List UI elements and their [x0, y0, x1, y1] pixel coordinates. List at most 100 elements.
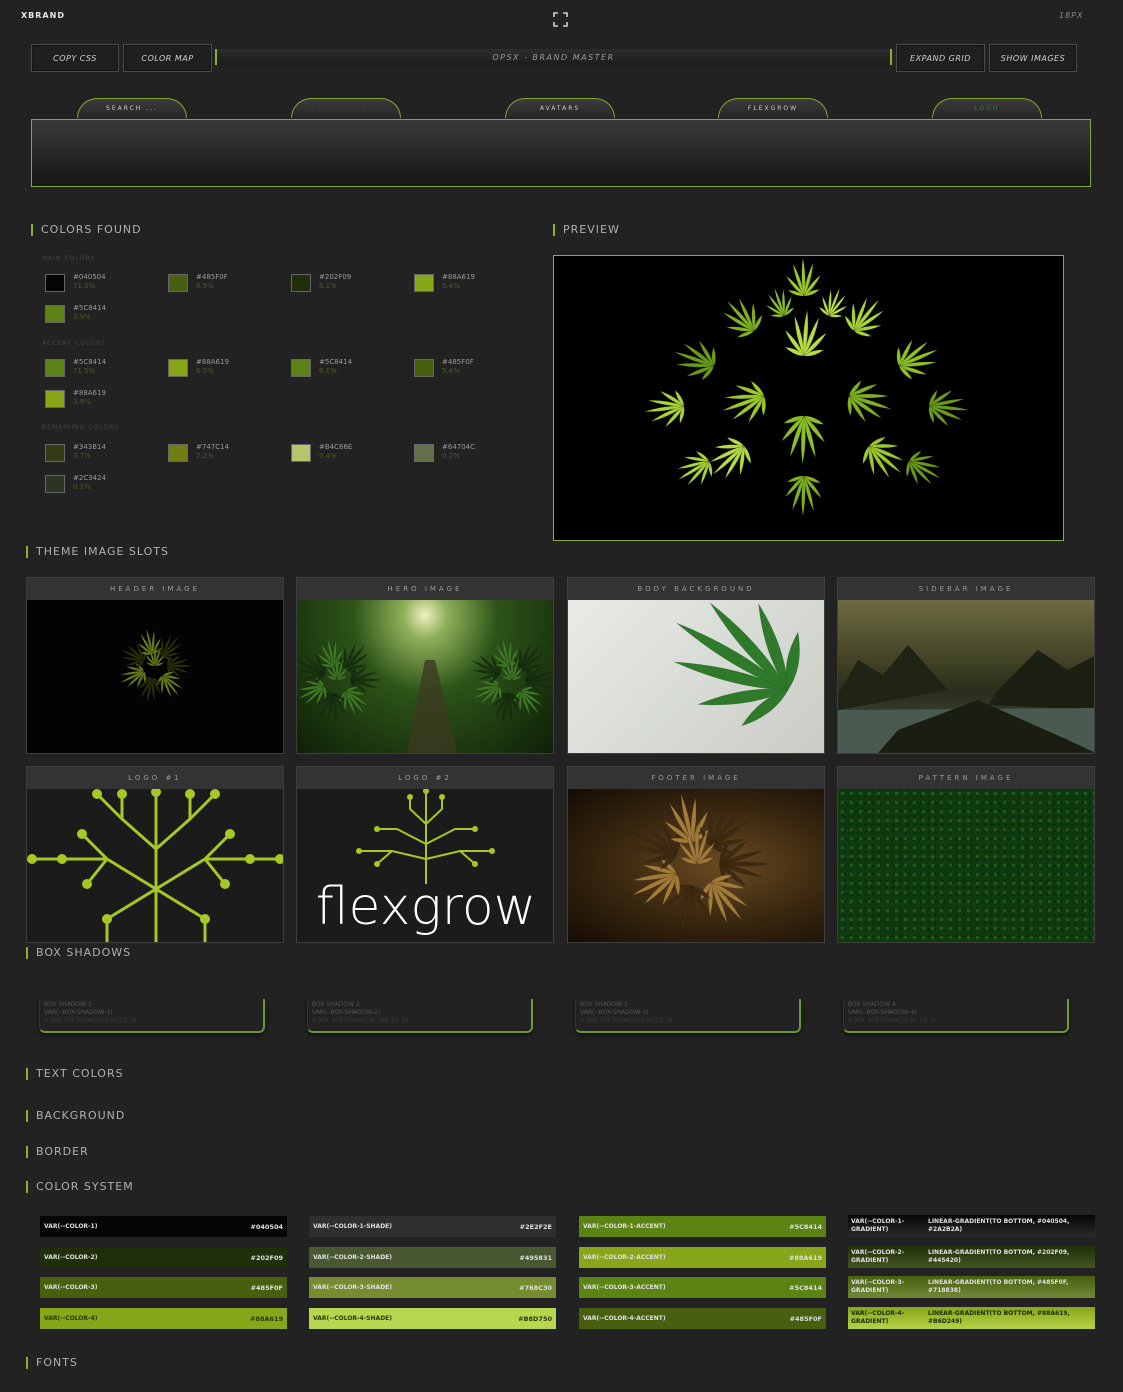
color-swatch[interactable]: #2C3424 0.1% [45, 474, 155, 498]
color-swatch[interactable]: #64704C 0.2% [414, 443, 524, 467]
hero-image [297, 600, 553, 753]
color-chip [414, 274, 434, 292]
fullscreen-icon[interactable] [553, 12, 568, 27]
color-percent: 71.5% [73, 282, 96, 290]
color-info: #202F09 6.1% [319, 273, 351, 297]
css-variable-value: #040504 [250, 1222, 283, 1231]
box-shadow-card[interactable]: BOX SHADOW 4 VAR(--BOX-SHADOW-4) 0 3PX 3… [843, 999, 1069, 1033]
tree-logo-icon [27, 789, 283, 942]
color-system-gradient[interactable]: VAR(--COLOR-4-GRADIENT) LINEAR-GRADIENT(T… [848, 1307, 1095, 1329]
box-shadow-name: BOX SHADOW 4 [848, 1001, 896, 1008]
color-chip [168, 274, 188, 292]
color-swatch[interactable]: #5C8414 6.1% [291, 358, 401, 382]
color-chip [168, 444, 188, 462]
color-hex: #747C14 [196, 443, 230, 451]
color-swatch[interactable]: #88A619 5.4% [414, 273, 524, 297]
slot-caption: PATTERN IMAGE [838, 767, 1094, 789]
color-info: #64704C 0.2% [442, 443, 475, 467]
color-hex: #88A619 [442, 273, 475, 281]
box-shadow-card[interactable]: BOX SHADOW 2 VAR(--BOX-SHADOW-2) 0 3PX 3… [307, 999, 533, 1033]
slot-footer-image[interactable]: FOOTER IMAGE [567, 766, 825, 943]
box-shadow-card[interactable]: BOX SHADOW 1 VAR(--BOX-SHADOW-1) 0 3PX 3… [39, 999, 265, 1033]
color-swatch[interactable]: #040504 71.5% [45, 273, 155, 297]
css-variable-name: VAR(--COLOR-2-SHADE) [313, 1254, 393, 1261]
color-chip [45, 274, 65, 292]
box-shadow-var: VAR(--BOX-SHADOW-1) [44, 1009, 113, 1016]
tab-logo[interactable]: LOGO [932, 98, 1042, 118]
css-variable-value: #485F0F [250, 1283, 283, 1292]
slot-logo-1[interactable]: LOGO #1 [26, 766, 284, 943]
color-system-swatch[interactable]: VAR(--COLOR-1-ACCENT) #5C8414 [579, 1216, 826, 1237]
color-system-swatch[interactable]: VAR(--COLOR-1) #040504 [40, 1216, 287, 1237]
slot-sidebar-image[interactable]: SIDEBAR IMAGE [837, 577, 1095, 754]
color-system-swatch[interactable]: VAR(--COLOR-4-SHADE) #B8D750 [309, 1308, 556, 1329]
slot-header-image[interactable]: HEADER IMAGE [26, 577, 284, 754]
color-percent: 0.4% [319, 452, 337, 460]
body-background-image [568, 600, 824, 753]
color-info: #5C8414 6.1% [319, 358, 352, 382]
color-system-gradient[interactable]: VAR(--COLOR-1-GRADIENT) LINEAR-GRADIENT(T… [848, 1215, 1095, 1237]
copy-css-button[interactable]: COPY CSS [31, 44, 119, 72]
slot-hero-image[interactable]: HERO IMAGE [296, 577, 554, 754]
color-info: #5C8414 71.5% [73, 358, 106, 382]
color-system-gradient[interactable]: VAR(--COLOR-3-GRADIENT) LINEAR-GRADIENT(T… [848, 1276, 1095, 1298]
slot-pattern-image[interactable]: PATTERN IMAGE [837, 766, 1095, 943]
color-swatch[interactable]: #343B14 3.7% [45, 443, 155, 467]
css-variable-value: LINEAR-GRADIENT(TO BOTTOM, #040504, #2A2… [928, 1218, 1070, 1233]
color-system-swatch[interactable]: VAR(--COLOR-1-SHADE) #2E2F2E [309, 1216, 556, 1237]
css-variable-name: VAR(--COLOR-4-SHADE) [313, 1315, 393, 1322]
tab-search[interactable]: SEARCH ... [77, 98, 187, 118]
tab-flexgrow[interactable]: FLEXGROW [718, 98, 828, 118]
slot-body-background[interactable]: BODY BACKGROUND [567, 577, 825, 754]
color-percent: 0.1% [73, 483, 91, 491]
color-percent: 3.7% [73, 452, 91, 460]
color-system-swatch[interactable]: VAR(--COLOR-4) #88A619 [40, 1308, 287, 1329]
color-system-swatch[interactable]: VAR(--COLOR-3-SHADE) #768C30 [309, 1277, 556, 1298]
color-hex: #5C8414 [319, 358, 353, 366]
colors-found-heading: COLORS FOUND [31, 224, 142, 236]
color-system-swatch[interactable]: VAR(--COLOR-3) #485F0F [40, 1277, 287, 1298]
color-info: #88A619 5.4% [442, 273, 475, 297]
expand-grid-button[interactable]: EXPAND GRID [896, 44, 985, 72]
color-chip [291, 274, 311, 292]
color-swatch[interactable]: #5C8414 71.5% [45, 358, 155, 382]
color-swatch[interactable]: #747C14 2.2% [168, 443, 278, 467]
color-system-gradient[interactable]: VAR(--COLOR-2-GRADIENT) LINEAR-GRADIENT(T… [848, 1246, 1095, 1268]
color-map-button[interactable]: COLOR MAP [123, 44, 212, 72]
color-swatch[interactable]: #88A619 3.9% [45, 389, 155, 413]
box-shadow-card[interactable]: BOX SHADOW 3 VAR(--BOX-SHADOW-3) 0 3PX 3… [575, 999, 801, 1033]
color-swatch[interactable]: #B4C66E 0.4% [291, 443, 401, 467]
header-image [27, 600, 283, 753]
box-shadow-name: BOX SHADOW 2 [312, 1001, 360, 1008]
color-swatch[interactable]: #485F0F 5.4% [414, 358, 524, 382]
slot-caption: HEADER IMAGE [27, 578, 283, 600]
color-system-swatch[interactable]: VAR(--COLOR-2-SHADE) #495831 [309, 1247, 556, 1268]
css-variable-name: VAR(--COLOR-2-ACCENT) [583, 1254, 666, 1261]
color-system-swatch[interactable]: VAR(--COLOR-3-ACCENT) #5C8414 [579, 1277, 826, 1298]
color-swatch[interactable]: #485F0F 6.5% [168, 273, 278, 297]
color-system-swatch[interactable]: VAR(--COLOR-4-ACCENT) #485F0F [579, 1308, 826, 1329]
css-variable-value: LINEAR-GRADIENT(TO BOTTOM, #88A619, #B6D… [928, 1310, 1070, 1325]
css-variable-name: VAR(--COLOR-2-GRADIENT) [851, 1249, 905, 1264]
tab-avatars[interactable]: AVATARS [505, 98, 615, 118]
color-percent: 71.5% [73, 367, 96, 375]
color-swatch[interactable]: #5C8414 3.9% [45, 304, 155, 328]
css-variable-name: VAR(--COLOR-1) [44, 1223, 98, 1230]
css-variable-value: LINEAR-GRADIENT(TO BOTTOM, #485F0F, #718… [928, 1279, 1069, 1294]
tab-backgrounds[interactable]: BACKGROUNDS [291, 98, 401, 118]
color-swatch[interactable]: #202F09 6.1% [291, 273, 401, 297]
color-swatch[interactable]: #88A619 6.5% [168, 358, 278, 382]
show-images-button[interactable]: SHOW IMAGES [989, 44, 1077, 72]
slot-caption: HERO IMAGE [297, 578, 553, 600]
color-system-swatch[interactable]: VAR(--COLOR-2) #202F09 [40, 1247, 287, 1268]
slot-logo-2[interactable]: LOGO #2 flexgrow [296, 766, 554, 943]
color-info: #343B14 3.7% [73, 443, 106, 467]
color-system-swatch[interactable]: VAR(--COLOR-2-ACCENT) #88A619 [579, 1247, 826, 1268]
css-variable-value: #768C30 [519, 1283, 552, 1292]
color-chip [45, 305, 65, 323]
color-hex: #202F09 [319, 273, 352, 281]
accent-colors-label: ACCENT COLORS [42, 340, 106, 347]
logo-2-image: flexgrow [297, 789, 553, 942]
footer-image [568, 789, 824, 942]
preview-image [553, 255, 1064, 541]
